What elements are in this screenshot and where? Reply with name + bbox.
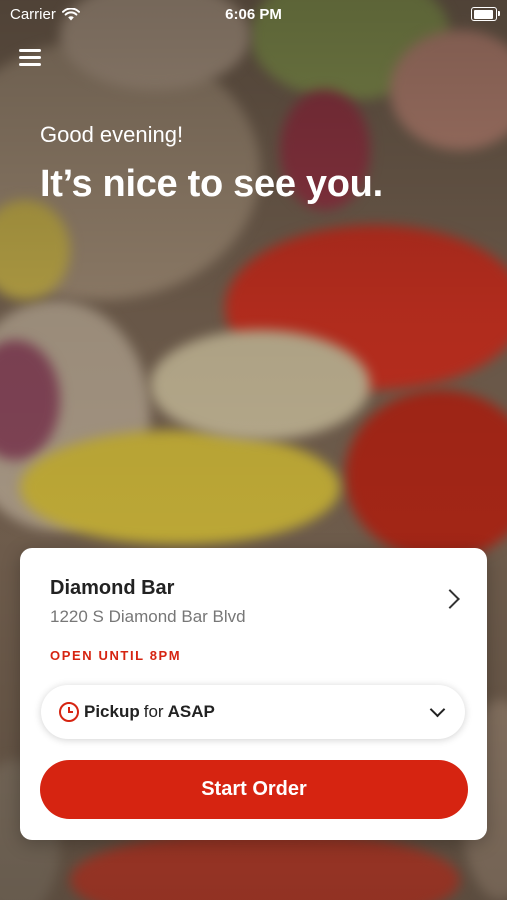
status-time: 6:06 PM bbox=[225, 6, 282, 23]
store-address: 1220 S Diamond Bar Blvd bbox=[50, 607, 246, 626]
status-bar: Carrier 6:06 PM bbox=[0, 0, 507, 28]
chevron-down-icon bbox=[429, 701, 446, 718]
battery-icon bbox=[471, 7, 500, 21]
store-name: Diamond Bar bbox=[50, 577, 175, 599]
greeting-text: Good evening! bbox=[40, 122, 184, 147]
order-time: ASAP bbox=[167, 702, 215, 721]
order-mode-dropdown[interactable]: Pickup for ASAP bbox=[41, 685, 465, 739]
chevron-right-icon bbox=[440, 589, 460, 609]
app-screen: Carrier 6:06 PM Good evening! It’s nice … bbox=[0, 0, 507, 900]
order-method: Pickup bbox=[84, 702, 140, 721]
store-selector[interactable]: Diamond Bar 1220 S Diamond Bar Blvd OPEN… bbox=[20, 548, 487, 663]
store-hours-status: OPEN UNTIL 8PM bbox=[50, 648, 182, 663]
start-order-button[interactable]: Start Order bbox=[40, 760, 468, 819]
order-mode-connector: for bbox=[143, 702, 164, 721]
hamburger-menu-icon[interactable] bbox=[19, 49, 41, 67]
order-card: Diamond Bar 1220 S Diamond Bar Blvd OPEN… bbox=[20, 548, 487, 840]
clock-icon bbox=[59, 702, 79, 722]
welcome-headline: It’s nice to see you. bbox=[40, 163, 383, 205]
order-mode-label: Pickup for ASAP bbox=[84, 702, 215, 722]
